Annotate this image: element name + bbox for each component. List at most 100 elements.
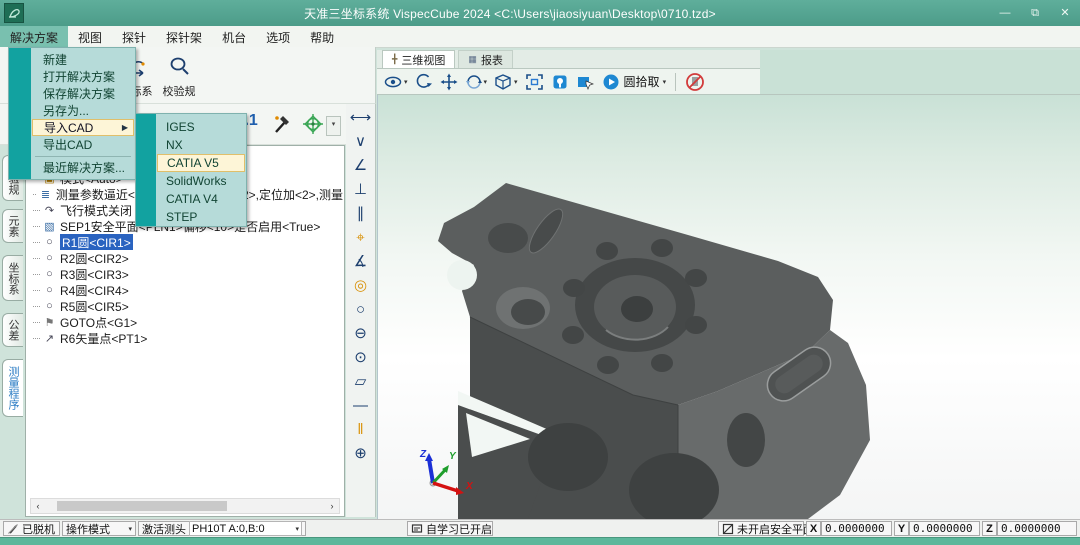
zoom-fit-button[interactable] (525, 73, 544, 91)
menu-probe-rack[interactable]: 探针架 (156, 26, 212, 47)
submenu-item-step[interactable]: STEP (157, 208, 245, 226)
scroll-left-icon[interactable]: ‹ (31, 501, 45, 511)
menu-view[interactable]: 视图 (68, 26, 112, 47)
probe-offline-icon (7, 523, 19, 535)
menu-item-open-solution[interactable]: 打开解决方案 (32, 68, 134, 85)
locate-button[interactable] (551, 73, 569, 91)
tree-row-circle-1[interactable]: ○R1圆<CIR1> (30, 234, 343, 250)
magnifier-icon (155, 53, 203, 83)
concentricity-icon[interactable]: ◎ (354, 277, 367, 295)
parallelism-icon[interactable]: ∥ (357, 205, 365, 223)
scrollbar-thumb[interactable] (57, 501, 227, 511)
axis-triad: Z Y X (416, 445, 476, 503)
active-probe-combobox[interactable]: PH10T A:0,B:0 ▾ (189, 521, 302, 536)
submenu-item-catia-v5[interactable]: CATIA V5 (157, 154, 245, 172)
cad-model (378, 95, 1080, 519)
submenu-item-nx[interactable]: NX (157, 136, 245, 154)
toolbar-filler (760, 50, 1080, 95)
safety-plane-status[interactable]: 未开启安全平面 (718, 521, 804, 536)
angle-icon[interactable]: ∨ (355, 133, 366, 151)
menu-solution[interactable]: 解决方案 (0, 26, 68, 47)
menu-icon-gutter (9, 48, 31, 179)
scroll-right-icon[interactable]: › (325, 501, 339, 511)
gauge-check-label: 校验规 (163, 86, 196, 98)
flatness-icon[interactable]: ▱ (355, 373, 367, 391)
view-cube-button[interactable]: ▾ (494, 73, 518, 91)
tree-row-vector-point[interactable]: ↗R6矢量点<PT1> (30, 330, 343, 346)
menu-item-save-solution[interactable]: 保存解决方案 (32, 85, 134, 102)
position-icon[interactable]: ⌖ (356, 229, 364, 247)
3d-view-tab-icon: ╋ (392, 54, 397, 65)
self-learn-status[interactable]: 自学习已开启 (407, 521, 493, 536)
window-title: 天准三坐标系统 VispecCube 2024 <C:\Users\jiaosi… (30, 5, 990, 22)
submenu-item-solidworks[interactable]: SolidWorks (157, 172, 245, 190)
active-probe-label: 激活测头 (142, 521, 186, 537)
status-bar: 已脱机 操作模式 ▾ 激活测头 PH10T A:0,B:0 ▾ 自学习已开启 未… (0, 519, 1080, 537)
operation-mode-combobox[interactable]: 操作模式 ▾ (62, 521, 136, 536)
viewport-3d-canvas[interactable]: Z Y X (377, 95, 1080, 519)
menu-options[interactable]: 选项 (256, 26, 300, 47)
safety-plane-off-icon (722, 523, 734, 535)
vector-point-icon: ↗ (42, 332, 57, 345)
tab-measure-program[interactable]: 测量程序 (2, 359, 23, 417)
distance-icon[interactable]: ⟷ (350, 109, 372, 127)
menu-item-import-cad[interactable]: 导入CAD ▶ (32, 119, 134, 136)
pan-icon (440, 73, 458, 91)
y-axis-label: Y (894, 521, 909, 536)
probe-disabled-button[interactable] (685, 72, 705, 92)
roundness-icon[interactable]: ⊖ (354, 325, 367, 343)
menu-item-save-as[interactable]: 另存为... (32, 102, 134, 119)
selected-tree-label: R1圆<CIR1> (60, 234, 133, 250)
straightness-icon[interactable]: — (353, 397, 368, 415)
hammer-icon[interactable] (268, 111, 294, 142)
circle-icon: ○ (42, 268, 57, 280)
tree-horizontal-scrollbar[interactable]: ‹ › (30, 498, 340, 514)
tab-tolerance[interactable]: 公差 (2, 313, 23, 347)
close-button[interactable]: ✕ (1050, 0, 1080, 26)
pan-button[interactable] (440, 73, 458, 91)
rotate-view-button[interactable]: ▾ (465, 73, 488, 91)
circle-tool-icon[interactable]: ○ (356, 301, 365, 319)
bottom-strip (0, 537, 1080, 545)
params-icon: ≣ (38, 188, 53, 201)
submenu-item-iges[interactable]: IGES (157, 118, 245, 136)
orbit-button[interactable] (415, 73, 433, 91)
tree-row-circle-5[interactable]: ○R5圆<CIR5> (30, 298, 343, 314)
restore-button[interactable]: ⧉ (1020, 0, 1050, 26)
run-pick-button[interactable]: 圆拾取 ▾ (602, 73, 667, 91)
symmetry-icon[interactable]: ‖ (357, 421, 363, 439)
box-select-icon (576, 73, 595, 91)
circle-cross-icon[interactable]: ⊕ (354, 445, 367, 463)
gauge-check-button[interactable]: 校验规 (155, 53, 203, 99)
submenu-item-catia-v4[interactable]: CATIA V4 (157, 190, 245, 208)
menu-item-export-cad[interactable]: 导出CAD (32, 136, 134, 153)
tree-row-circle-4[interactable]: ○R4圆<CIR4> (30, 282, 343, 298)
alignment-target-icon[interactable] (300, 111, 326, 142)
circle-icon: ○ (42, 300, 57, 312)
menu-machine[interactable]: 机台 (212, 26, 256, 47)
axis-z-label: Z (419, 449, 427, 460)
minimize-button[interactable]: — (990, 0, 1020, 26)
view-visibility-button[interactable]: ▾ (384, 73, 408, 91)
play-icon (602, 73, 620, 91)
active-probe-section: 激活测头 PH10T A:0,B:0 ▾ (138, 521, 306, 536)
menu-item-recent-solutions[interactable]: 最近解决方案... (32, 159, 134, 176)
perpendicularity-icon[interactable]: ⊥ (354, 181, 367, 199)
menu-probe[interactable]: 探针 (112, 26, 156, 47)
tree-row-circle-3[interactable]: ○R3圆<CIR3> (30, 266, 343, 282)
angularity-icon[interactable]: ∡ (354, 253, 367, 271)
tab-coord-sys[interactable]: 坐标系 (2, 255, 23, 301)
offline-status: 已脱机 (3, 521, 60, 536)
box-select-button[interactable] (576, 73, 595, 91)
tab-elements[interactable]: 元素 (2, 209, 23, 243)
tree-row-circle-2[interactable]: ○R2圆<CIR2> (30, 250, 343, 266)
x-axis-label: X (806, 521, 821, 536)
angle-between-icon[interactable]: ∠ (354, 157, 367, 175)
tree-row-goto-point[interactable]: ⚑GOTO点<G1> (30, 314, 343, 330)
menu-item-new[interactable]: 新建 (32, 51, 134, 68)
radius-icon[interactable]: ⊙ (354, 349, 367, 367)
menu-help[interactable]: 帮助 (300, 26, 344, 47)
tab-report[interactable]: ▦ 报表 (458, 50, 513, 68)
toolbar-overflow-button[interactable]: ▾ (326, 116, 341, 136)
tab-3d-view[interactable]: ╋ 三维视图 (382, 50, 455, 68)
